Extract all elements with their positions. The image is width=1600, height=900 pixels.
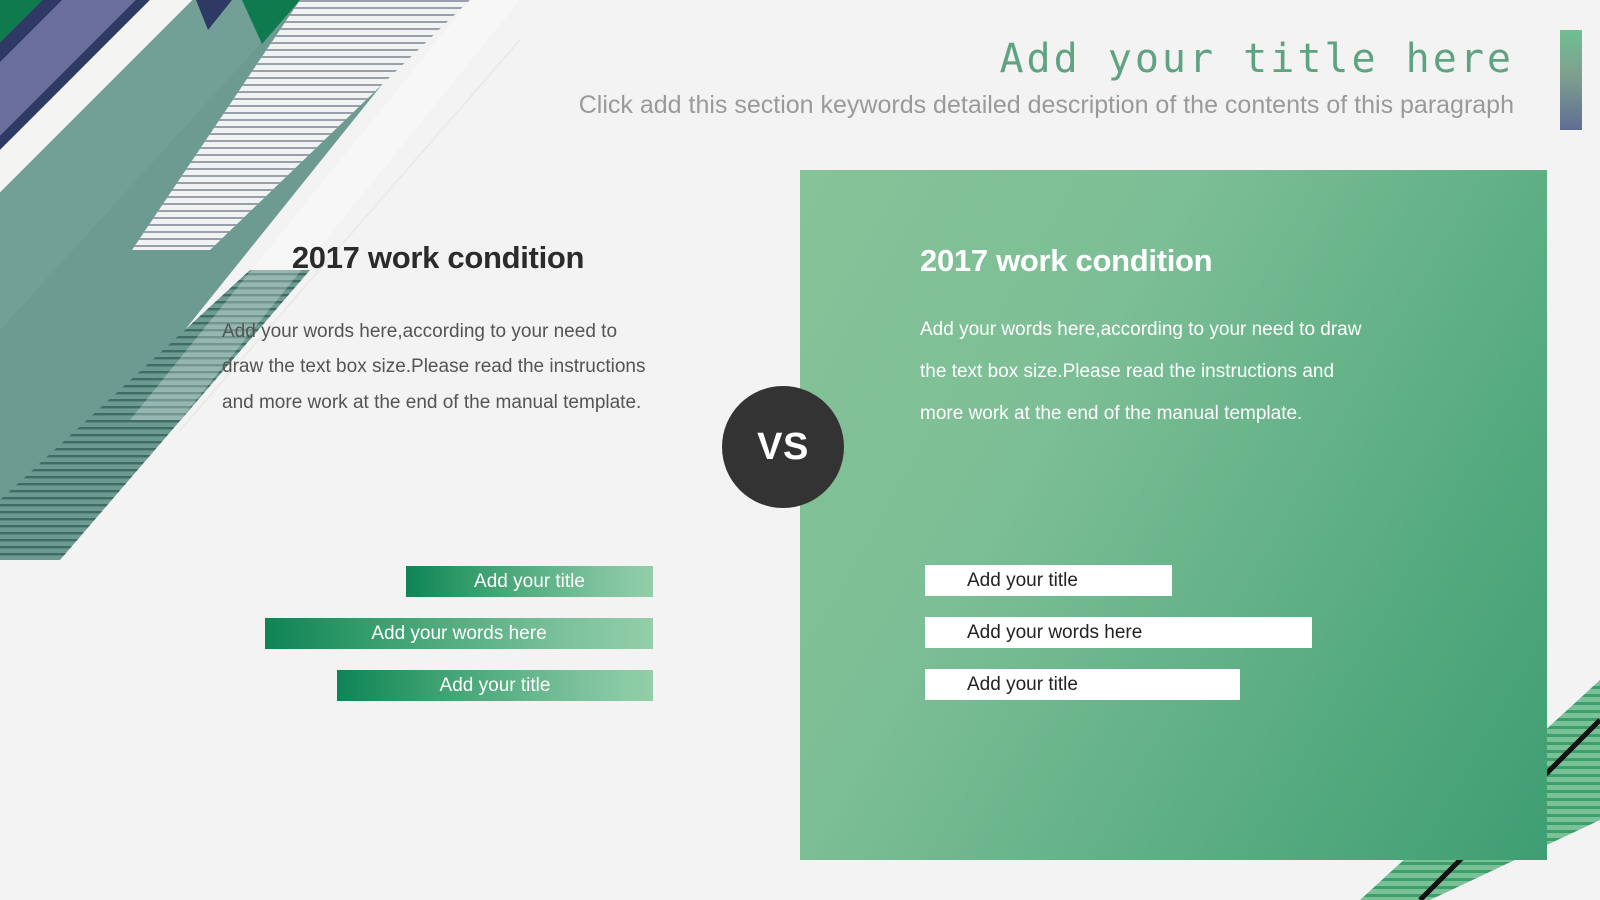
- right-bar-list: Add your title Add your words here Add y…: [925, 565, 1312, 721]
- right-bar-item-2[interactable]: Add your words here: [925, 617, 1312, 648]
- page-subtitle: Click add this section keywords detailed…: [578, 91, 1514, 119]
- vs-badge-label: VS: [757, 425, 809, 468]
- right-content-column: 2017 work condition Add your words here,…: [920, 243, 1370, 434]
- right-bar-item-3[interactable]: Add your title: [925, 669, 1240, 700]
- left-bar-item-3[interactable]: Add your title: [337, 670, 653, 701]
- left-bar-label-3: Add your title: [439, 674, 551, 696]
- left-panel-heading: 2017 work condition: [291, 240, 585, 275]
- left-bar-item-2[interactable]: Add your words here: [265, 618, 653, 649]
- slide-title-block: Add your title here Click add this secti…: [394, 36, 1514, 121]
- slide-canvas: Add your title here Click add this secti…: [0, 0, 1600, 900]
- left-bar-label-1: Add your title: [474, 570, 585, 592]
- left-content-column: 2017 work condition Add your words here,…: [222, 240, 654, 420]
- left-bar-label-2: Add your words here: [371, 622, 547, 644]
- vs-badge: VS: [722, 386, 844, 508]
- left-bar-item-1[interactable]: Add your title: [406, 566, 653, 597]
- right-bar-item-1[interactable]: Add your title: [925, 565, 1172, 596]
- left-panel-body: Add your words here,according to your ne…: [222, 321, 646, 413]
- accent-bar-vertical: [1560, 30, 1582, 130]
- page-title: Add your title here: [999, 36, 1514, 82]
- right-bar-label-3: Add your title: [967, 673, 1078, 695]
- right-bar-label-1: Add your title: [967, 569, 1078, 591]
- right-panel-body: Add your words here,according to your ne…: [920, 319, 1362, 424]
- right-bar-label-2: Add your words here: [967, 621, 1143, 643]
- left-bar-list: Add your title Add your words here Add y…: [0, 566, 653, 722]
- right-panel-heading: 2017 work condition: [920, 243, 1213, 278]
